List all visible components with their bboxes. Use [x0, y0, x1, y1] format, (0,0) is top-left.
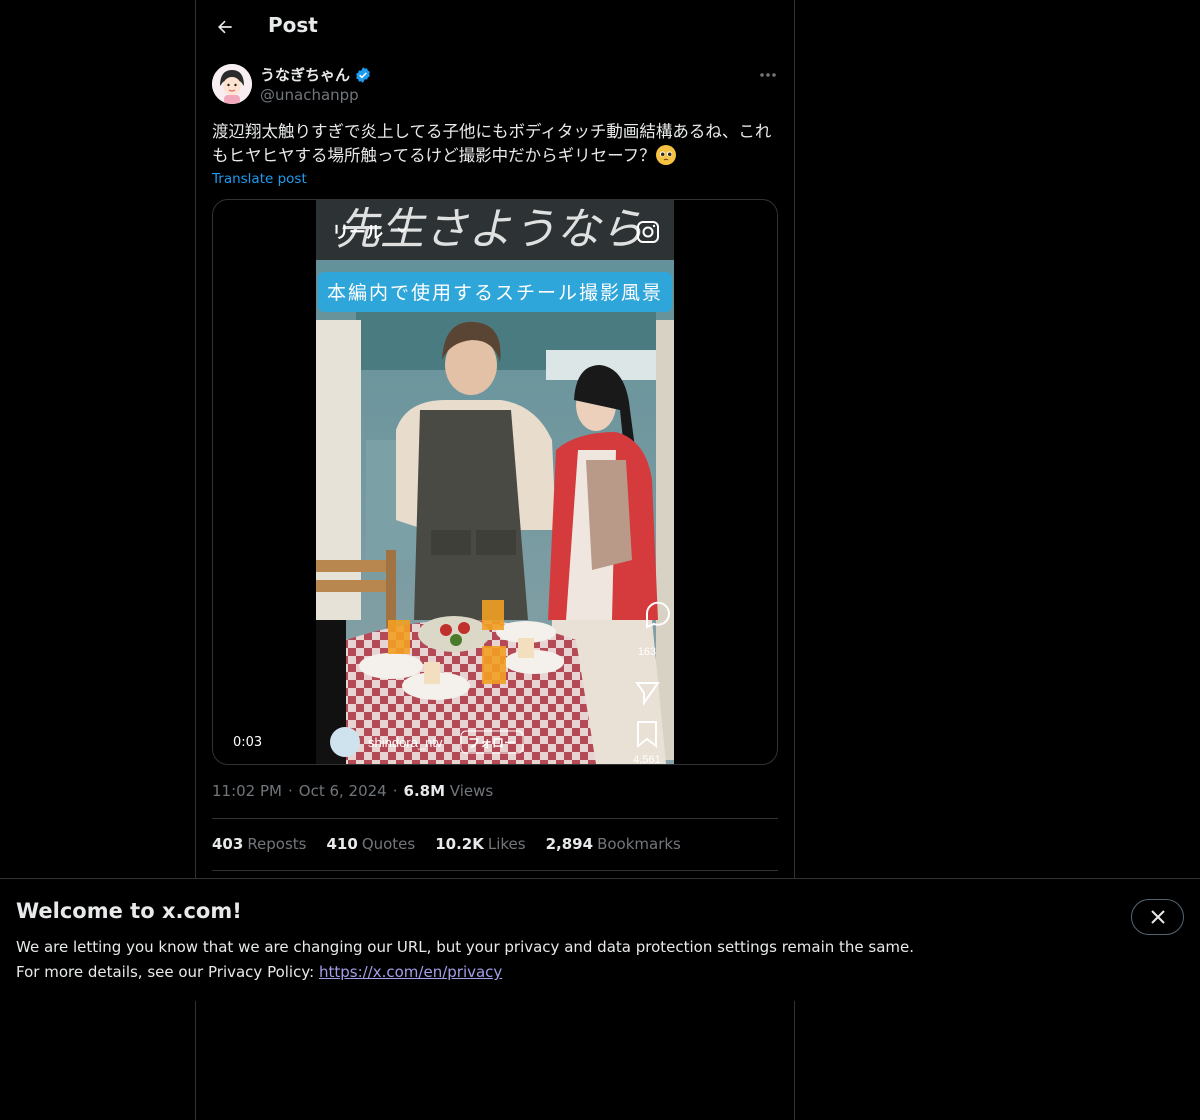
banner-title: Welcome to x.com! — [16, 899, 242, 923]
account-name: shindora_ntv — [368, 735, 443, 750]
video-frame[interactable]: 先生さようなら リール 本編内で使用するスチール撮影風景 163 4,561 s… — [316, 200, 674, 764]
avatar[interactable] — [212, 64, 252, 104]
arrow-left-icon — [218, 20, 232, 34]
post-date[interactable]: Oct 6, 2024 — [299, 782, 387, 800]
divider — [212, 870, 778, 871]
comment-count: 163 — [638, 646, 656, 658]
follow-label: フォロー — [468, 736, 516, 750]
video-caption: 本編内で使用するスチール撮影風景 — [327, 282, 663, 304]
more-dots-icon — [760, 73, 776, 77]
back-button[interactable] — [208, 10, 242, 44]
bookmark-count: 4,561 — [633, 754, 661, 764]
verified-badge-icon — [356, 66, 370, 83]
banner-text: We are letting you know that we are chan… — [16, 935, 914, 985]
reel-label: リール — [332, 223, 383, 242]
views: 6.8M Views — [404, 782, 494, 800]
stat-reposts[interactable]: 403 Reposts — [212, 835, 307, 853]
views-label: Views — [449, 782, 494, 800]
meta-separator: · — [287, 782, 293, 800]
banner-line-2: For more details, see our Privacy Policy… — [16, 963, 503, 981]
post-meta: 11:02 PM · Oct 6, 2024 · 6.8M Views — [212, 782, 493, 800]
author-name-row[interactable]: うなぎちゃん — [260, 64, 372, 85]
post-stats: 403 Reposts 410 Quotes 10.2K Likes 2,894 Boo… — [212, 835, 681, 853]
meta-separator: · — [392, 782, 398, 800]
author-handle[interactable]: @unachanpp — [260, 86, 359, 104]
post-text-content: 渡辺翔太触りすぎで炎上してる子他にもボディタッチ動画結構あるね、これもヒヤヒヤす… — [212, 122, 772, 165]
video-scene: 先生さようなら リール 本編内で使用するスチール撮影風景 163 4,561 s… — [316, 200, 674, 764]
video-timestamp: 0:03 — [233, 735, 263, 750]
views-count: 6.8M — [403, 782, 446, 800]
video-player[interactable]: 先生さようなら リール 本編内で使用するスチール撮影風景 163 4,561 s… — [212, 199, 778, 765]
post-time[interactable]: 11:02 PM — [212, 782, 282, 800]
stat-bookmarks[interactable]: 2,894 Bookmarks — [546, 835, 681, 853]
welcome-banner: Welcome to x.com! We are letting you kno… — [0, 878, 1200, 1001]
close-banner-button[interactable] — [1131, 899, 1184, 935]
avatar-illustration — [212, 64, 252, 104]
page-title: Post — [268, 13, 318, 37]
header: Post — [196, 0, 794, 54]
stat-quotes[interactable]: 410 Quotes — [327, 835, 416, 853]
privacy-policy-link[interactable]: https://x.com/en/privacy — [319, 963, 502, 981]
divider — [212, 818, 778, 819]
post-text: 渡辺翔太触りすぎで炎上してる子他にもボディタッチ動画結構あるね、これもヒヤヒヤす… — [212, 120, 778, 168]
account-avatar — [330, 727, 360, 757]
pleading-face-icon — [655, 145, 676, 165]
translate-post-link[interactable]: Translate post — [212, 171, 307, 187]
stat-likes[interactable]: 10.2K Likes — [435, 835, 525, 853]
more-options-button[interactable] — [752, 64, 784, 86]
close-icon — [1150, 910, 1165, 924]
banner-line-1: We are letting you know that we are chan… — [16, 938, 915, 956]
author-name[interactable]: うなぎちゃん — [260, 64, 350, 85]
